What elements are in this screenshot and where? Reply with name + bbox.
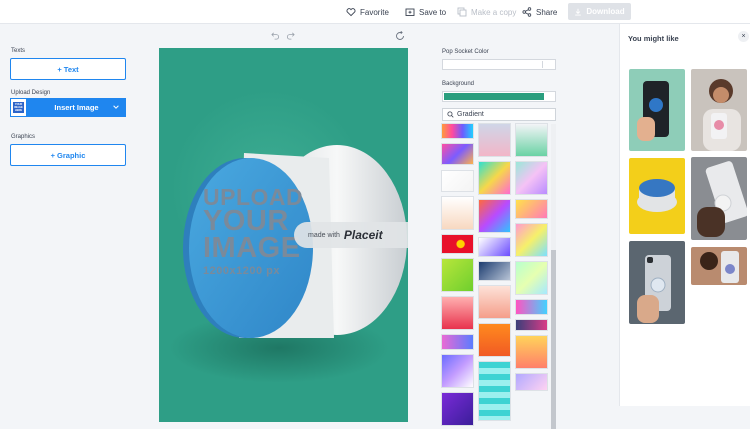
gradient-swatch[interactable] [441,296,474,330]
undo-icon[interactable] [271,31,280,40]
gradient-swatch[interactable] [441,334,474,350]
suggestion-thumbnail[interactable] [691,247,747,285]
upload-thumbnail-text: YOUR IMAGE HERE [13,102,24,113]
watermark-brand: Placeit [343,228,383,242]
you-might-like-title: You might like [628,34,679,43]
chevron-down-icon[interactable] [112,103,120,111]
close-panel-button[interactable]: × [738,31,749,42]
gradient-swatch[interactable] [441,170,474,192]
search-icon [447,111,454,118]
gradient-swatch[interactable] [515,261,548,295]
gradient-swatch[interactable] [478,261,511,281]
make-copy-button[interactable]: Make a copy [457,4,516,20]
background-color-field[interactable] [442,91,556,102]
gradient-swatch[interactable] [515,299,548,315]
gradient-swatch[interactable] [478,123,511,157]
insert-image-label: Insert Image [54,103,99,112]
watermark-prefix: made with [308,231,340,239]
share-icon [522,7,532,17]
reset-view-icon[interactable] [395,31,405,41]
gradient-swatch[interactable] [478,285,511,319]
suggestion-thumbnail[interactable] [629,69,685,151]
gradient-swatch[interactable] [478,323,511,357]
download-button[interactable]: Download [568,3,631,20]
gradient-swatch[interactable] [441,143,474,165]
gradient-swatch[interactable] [441,123,474,139]
gradient-swatch[interactable] [441,258,474,292]
placeit-watermark: made with Placeit [294,222,408,248]
top-toolbar: Favorite Save to Make a copy Share Downl… [0,0,750,24]
gradient-swatch[interactable] [478,199,511,233]
gradient-swatch[interactable] [515,199,548,219]
gradient-swatch[interactable] [515,123,548,157]
share-label: Share [536,7,558,17]
suggestion-thumbnail[interactable] [629,241,685,324]
pop-socket-color-label: Pop Socket Color [442,49,489,55]
gradient-swatch[interactable] [515,161,548,195]
favorite-label: Favorite [360,7,389,17]
gradient-swatch[interactable] [478,161,511,195]
graphics-label: Graphics [11,134,36,140]
upload-thumbnail[interactable]: YOUR IMAGE HERE [10,98,27,117]
gradient-swatch[interactable] [441,196,474,230]
save-to-button[interactable]: Save to [405,4,446,20]
add-text-button[interactable]: + Text [10,58,126,80]
gradient-swatch[interactable] [515,319,548,331]
favorite-button[interactable]: Favorite [346,4,389,20]
background-label: Background [442,81,475,87]
suggestion-thumbnail[interactable] [629,158,685,234]
color-swatch [542,61,554,68]
history-controls [271,31,295,40]
make-copy-label: Make a copy [471,7,517,17]
share-button[interactable]: Share [522,4,557,20]
gradient-swatch[interactable] [515,335,548,369]
gradient-swatch[interactable] [478,237,511,257]
woman-holding-phone-image [700,251,739,283]
close-icon: × [741,33,746,40]
yellow-socket-image [637,179,677,212]
copy-icon [457,7,467,17]
gradient-swatch-list [440,122,558,429]
gradient-scroll-thumb[interactable] [551,250,556,429]
save-to-label: Save to [419,7,447,17]
upload-design-label: Upload Design [11,90,51,96]
texts-label: Texts [11,48,26,54]
gradient-swatch[interactable] [515,223,548,257]
gradient-swatch[interactable] [478,361,511,421]
add-graphic-button[interactable]: + Graphic [10,144,126,166]
pop-socket-color-field[interactable] [442,59,556,70]
suggestion-thumbnail[interactable] [691,157,747,240]
gradient-swatch[interactable] [441,354,474,388]
gradient-swatch[interactable] [441,234,474,254]
gradient-swatch[interactable] [441,392,474,426]
insert-image-button[interactable]: Insert Image [27,98,126,117]
folder-icon [405,8,415,16]
placeholder-size: 1200x1200 px [203,265,280,277]
suggestion-thumbnail[interactable] [691,69,747,151]
phone-mockup-image [637,81,669,141]
background-color-swatch [444,93,544,100]
gradient-search-input[interactable]: Gradient [442,108,556,121]
redo-icon[interactable] [286,31,295,40]
woman-phone-image [703,79,741,151]
upload-design-control: YOUR IMAGE HERE Insert Image [10,98,126,117]
gradient-swatch[interactable] [515,373,548,391]
download-label: Download [586,7,625,16]
phone-back-image [637,255,671,323]
search-value: Gradient [457,111,484,118]
hand-phone-image [697,161,747,237]
heart-icon [346,8,356,17]
download-icon [575,8,582,15]
